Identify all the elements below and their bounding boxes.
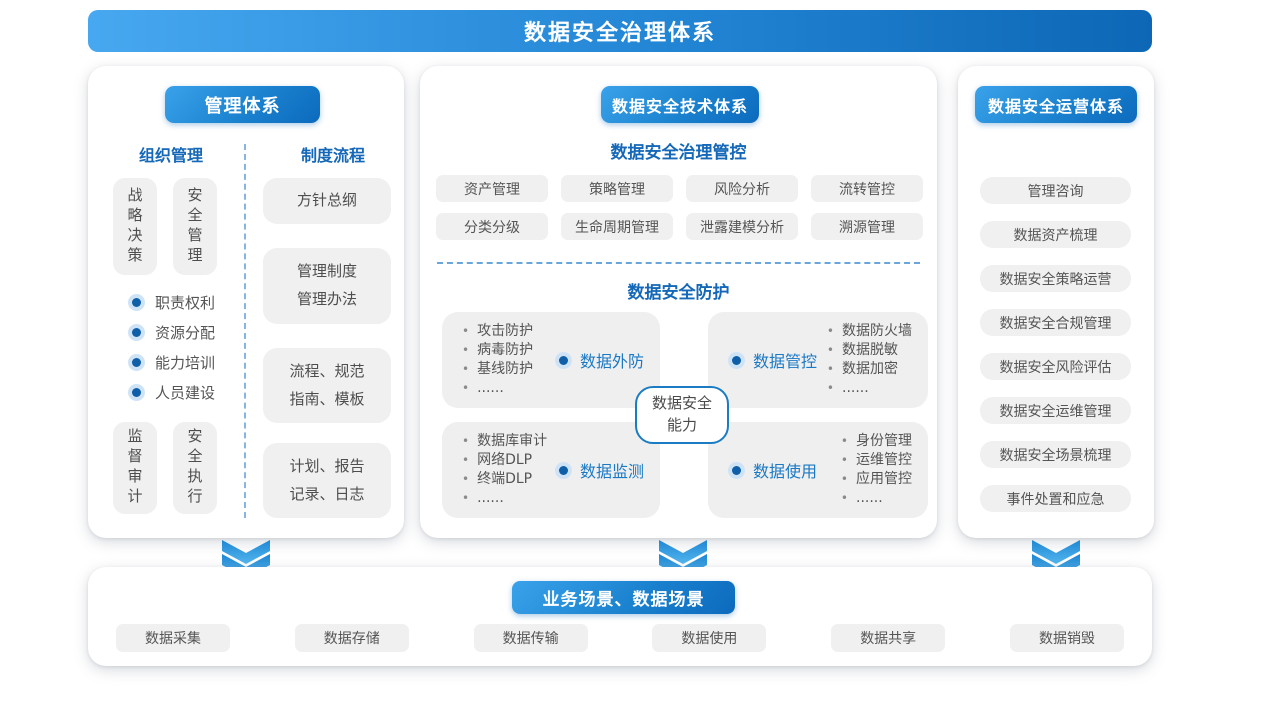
operations-system-panel: 数据安全运营体系 管理咨询 数据资产梳理 数据安全策略运营 数据安全合规管理 数… (958, 66, 1154, 538)
operations-item: 数据安全策略运营 (980, 265, 1131, 292)
governance-pill: 生命周期管理 (561, 213, 673, 240)
operations-item: 管理咨询 (980, 177, 1131, 204)
governance-pill: 资产管理 (436, 175, 548, 202)
quadrant-label: 数据监测 (555, 458, 644, 482)
page-title-banner: 数据安全治理体系 (88, 10, 1152, 52)
scenario-item: 数据使用 (652, 624, 766, 652)
operations-item: 数据安全合规管理 (980, 309, 1131, 336)
management-header-badge: 管理体系 (165, 86, 320, 123)
protection-quadrant-data-monitoring: 数据库审计 网络DLP 终端DLP ...... 数据监测 (442, 422, 660, 518)
process-item: 管理制度 管理办法 (263, 248, 391, 324)
governance-pill-row: 资产管理 策略管理 风险分析 流转管控 (436, 175, 923, 202)
quadrant-label: 数据使用 (728, 458, 817, 482)
technology-header-badge: 数据安全技术体系 (601, 86, 759, 123)
governance-pill-row: 分类分级 生命周期管理 泄露建模分析 溯源管理 (436, 213, 923, 240)
quadrant-bullet-list: 数据库审计 网络DLP 终端DLP ...... (462, 432, 547, 508)
radio-dot-icon (555, 462, 572, 479)
org-bullet-item: 资源分配 (128, 322, 215, 343)
org-bullet-label: 职责权利 (155, 292, 215, 313)
org-box-supervision-audit: 监督审计 (113, 422, 157, 514)
quadrant-bullet-list: 攻击防护 病毒防护 基线防护 ...... (462, 322, 533, 398)
operations-list: 管理咨询 数据资产梳理 数据安全策略运营 数据安全合规管理 数据安全风险评估 数… (980, 177, 1131, 512)
data-security-governance-diagram: 数据安全治理体系 管理体系 组织管理 制度流程 战略决策 安全管理 职责权利 资… (0, 0, 1280, 720)
org-bullet-item: 人员建设 (128, 382, 215, 403)
process-title: 制度流程 (288, 142, 378, 166)
radio-dot-icon (555, 352, 572, 369)
scenarios-panel: 业务场景、数据场景 数据采集 数据存储 数据传输 数据使用 数据共享 数据销毁 (88, 567, 1152, 666)
scenario-item: 数据采集 (116, 624, 230, 652)
data-security-capability-capsule: 数据安全 能力 (635, 386, 729, 444)
org-bullet-label: 能力培训 (155, 352, 215, 373)
vertical-dashed-divider (244, 144, 246, 518)
governance-pill: 分类分级 (436, 213, 548, 240)
radio-dot-icon (128, 294, 145, 311)
governance-pill: 流转管控 (811, 175, 923, 202)
protection-quadrant-data-usage: 数据使用 身份管理 运维管控 应用管控 ...... (708, 422, 928, 518)
operations-item: 数据安全运维管理 (980, 397, 1131, 424)
scenario-item: 数据传输 (474, 624, 588, 652)
scenarios-header-badge: 业务场景、数据场景 (512, 581, 735, 614)
governance-control-title: 数据安全治理管控 (420, 138, 937, 163)
org-bullet-label: 人员建设 (155, 382, 215, 403)
org-management-title: 组织管理 (126, 142, 216, 166)
process-item: 计划、报告 记录、日志 (263, 443, 391, 518)
operations-item: 事件处置和应急 (980, 485, 1131, 512)
operations-item: 数据安全风险评估 (980, 353, 1131, 380)
org-box-strategy: 战略决策 (113, 178, 157, 275)
governance-pill: 泄露建模分析 (686, 213, 798, 240)
quadrant-bullet-list: 数据防火墙 数据脱敏 数据加密 ...... (827, 322, 912, 398)
org-bullet-item: 能力培训 (128, 352, 215, 373)
scenario-item: 数据存储 (295, 624, 409, 652)
radio-dot-icon (728, 462, 745, 479)
governance-pill: 策略管理 (561, 175, 673, 202)
process-item: 方针总纲 (263, 178, 391, 224)
quadrant-label: 数据外防 (555, 348, 644, 372)
scenario-item: 数据共享 (831, 624, 945, 652)
operations-item: 数据资产梳理 (980, 221, 1131, 248)
technology-system-panel: 数据安全技术体系 数据安全治理管控 资产管理 策略管理 风险分析 流转管控 分类… (420, 66, 937, 538)
protection-quadrant-external-defense: 攻击防护 病毒防护 基线防护 ...... 数据外防 (442, 312, 660, 408)
org-bullet-item: 职责权利 (128, 292, 215, 313)
governance-pill: 风险分析 (686, 175, 798, 202)
radio-dot-icon (128, 384, 145, 401)
horizontal-dashed-divider (437, 262, 920, 264)
operations-header-badge: 数据安全运营体系 (975, 86, 1137, 123)
org-bullet-label: 资源分配 (155, 322, 215, 343)
scenario-item: 数据销毁 (1010, 624, 1124, 652)
management-system-panel: 管理体系 组织管理 制度流程 战略决策 安全管理 职责权利 资源分配 能力培训 … (88, 66, 404, 538)
protection-quadrant-data-control: 数据管控 数据防火墙 数据脱敏 数据加密 ...... (708, 312, 928, 408)
org-box-security-mgmt: 安全管理 (173, 178, 217, 275)
org-box-security-execution: 安全执行 (173, 422, 217, 514)
operations-item: 数据安全场景梳理 (980, 441, 1131, 468)
radio-dot-icon (728, 352, 745, 369)
governance-pill: 溯源管理 (811, 213, 923, 240)
protection-title: 数据安全防护 (420, 278, 937, 303)
quadrant-bullet-list: 身份管理 运维管控 应用管控 ...... (841, 432, 912, 508)
page-title: 数据安全治理体系 (524, 15, 716, 47)
scenarios-row: 数据采集 数据存储 数据传输 数据使用 数据共享 数据销毁 (88, 624, 1152, 652)
quadrant-label: 数据管控 (728, 348, 817, 372)
radio-dot-icon (128, 354, 145, 371)
radio-dot-icon (128, 324, 145, 341)
process-item: 流程、规范 指南、模板 (263, 348, 391, 423)
